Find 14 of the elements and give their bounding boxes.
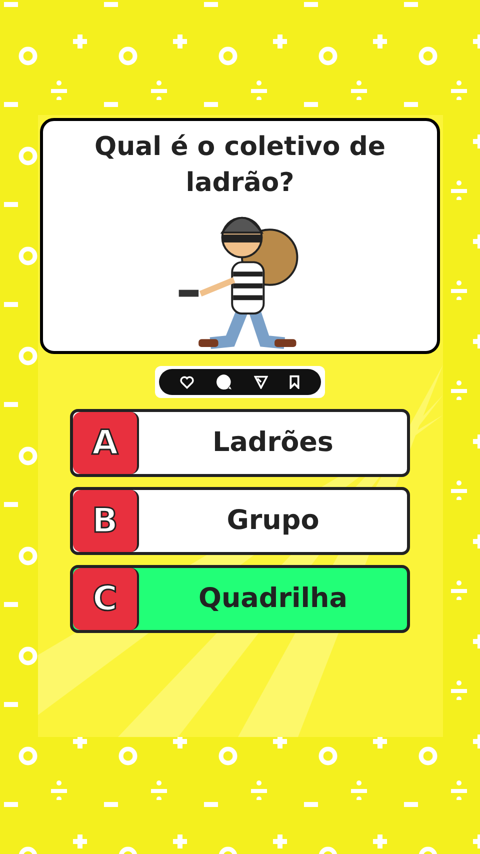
bookmark-icon[interactable]	[289, 375, 300, 389]
answer-text: Ladrões	[212, 426, 334, 460]
answer-text: Grupo	[226, 504, 320, 538]
answer-option[interactable]: A Ladrões	[70, 409, 410, 477]
comment-icon[interactable]	[214, 373, 233, 391]
answer-option[interactable]: C Quadrilha	[70, 565, 410, 633]
answer-option[interactable]: B Grupo	[70, 487, 410, 555]
answer-text: Quadrilha	[198, 582, 348, 616]
question-text: Qual é o coletivo de ladrão?	[94, 131, 386, 200]
answer-letter: B	[73, 490, 139, 552]
send-icon[interactable]	[254, 375, 268, 389]
heart-icon[interactable]	[180, 376, 194, 388]
answer-letter: C	[73, 568, 139, 630]
answer-letter: A	[73, 412, 139, 474]
